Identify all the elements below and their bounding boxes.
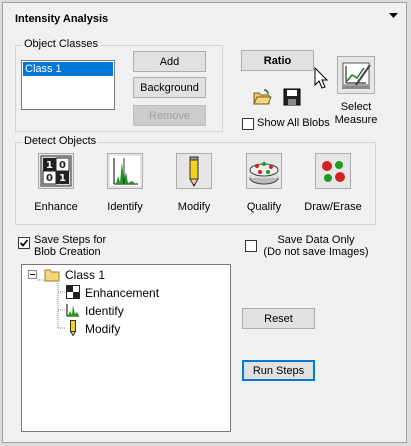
modify-label: Modify xyxy=(177,201,211,213)
show-all-blobs-label: Show All Blobs xyxy=(257,117,330,129)
draw-erase-button[interactable] xyxy=(315,153,351,189)
identify-small-icon xyxy=(66,304,79,317)
pencil-small-icon xyxy=(69,320,77,336)
select-measure-label-2: Measure xyxy=(334,114,378,126)
reset-button[interactable]: Reset xyxy=(242,308,315,329)
enhance-icon: 1 0 0 1 xyxy=(40,155,72,187)
identify-button[interactable] xyxy=(107,153,143,189)
tree-item-modify[interactable]: Modify xyxy=(85,322,120,336)
add-button[interactable]: Add xyxy=(133,51,206,72)
identify-label: Identify xyxy=(107,201,143,213)
collapse-arrow-icon[interactable] xyxy=(389,13,398,19)
mouse-cursor-icon xyxy=(314,67,328,89)
remove-button[interactable]: Remove xyxy=(133,105,206,126)
identify-icon xyxy=(110,156,140,186)
pencil-icon xyxy=(189,156,199,188)
qualify-label: Qualify xyxy=(246,201,282,213)
detect-objects-label: Detect Objects xyxy=(22,135,99,147)
object-class-list[interactable]: Class 1 xyxy=(21,60,115,110)
qualify-icon xyxy=(249,162,279,185)
save-data-only-checkbox[interactable] xyxy=(245,240,257,252)
open-folder-button[interactable] xyxy=(252,87,272,107)
qualify-button[interactable] xyxy=(246,153,282,189)
draw-erase-label: Draw/Erase xyxy=(304,201,362,213)
panel-title: Intensity Analysis xyxy=(15,13,109,25)
object-classes-label: Object Classes xyxy=(22,38,100,50)
steps-tree[interactable]: Class 1 Enhancement Identify Modify xyxy=(21,264,231,432)
svg-text:0: 0 xyxy=(46,173,53,184)
background-button[interactable]: Background xyxy=(133,77,206,98)
run-steps-button[interactable]: Run Steps xyxy=(242,360,315,381)
select-measure-icon xyxy=(342,62,371,89)
svg-text:0: 0 xyxy=(59,160,66,171)
enhance-button[interactable]: 1 0 0 1 xyxy=(38,153,74,189)
modify-button[interactable] xyxy=(176,153,212,189)
intensity-analysis-panel: Intensity Analysis Object Classes Class … xyxy=(2,2,407,443)
tree-item-enhancement[interactable]: Enhancement xyxy=(85,286,159,300)
save-button[interactable] xyxy=(282,87,302,107)
open-folder-icon xyxy=(253,89,272,105)
select-measure-button[interactable] xyxy=(337,56,375,94)
save-data-only-label-2: (Do not save Images) xyxy=(263,246,369,258)
folder-icon xyxy=(44,269,60,282)
svg-text:1: 1 xyxy=(59,173,66,184)
save-steps-checkbox[interactable] xyxy=(18,237,30,249)
checkmark-icon xyxy=(19,239,29,247)
ratio-button[interactable]: Ratio xyxy=(241,50,314,71)
show-all-blobs-checkbox[interactable] xyxy=(242,118,254,130)
list-item[interactable]: Class 1 xyxy=(23,62,113,76)
select-measure-label-1: Select xyxy=(340,101,372,113)
svg-text:1: 1 xyxy=(46,160,53,171)
floppy-disk-icon xyxy=(283,88,301,106)
enhance-label: Enhance xyxy=(34,201,78,213)
tree-item-identify[interactable]: Identify xyxy=(85,304,124,318)
collapse-node-icon[interactable] xyxy=(28,270,37,279)
save-steps-label-2: Blob Creation xyxy=(34,246,101,258)
tree-root-label[interactable]: Class 1 xyxy=(65,268,105,282)
draw-erase-icon xyxy=(322,161,345,182)
enhancement-icon xyxy=(66,285,80,299)
